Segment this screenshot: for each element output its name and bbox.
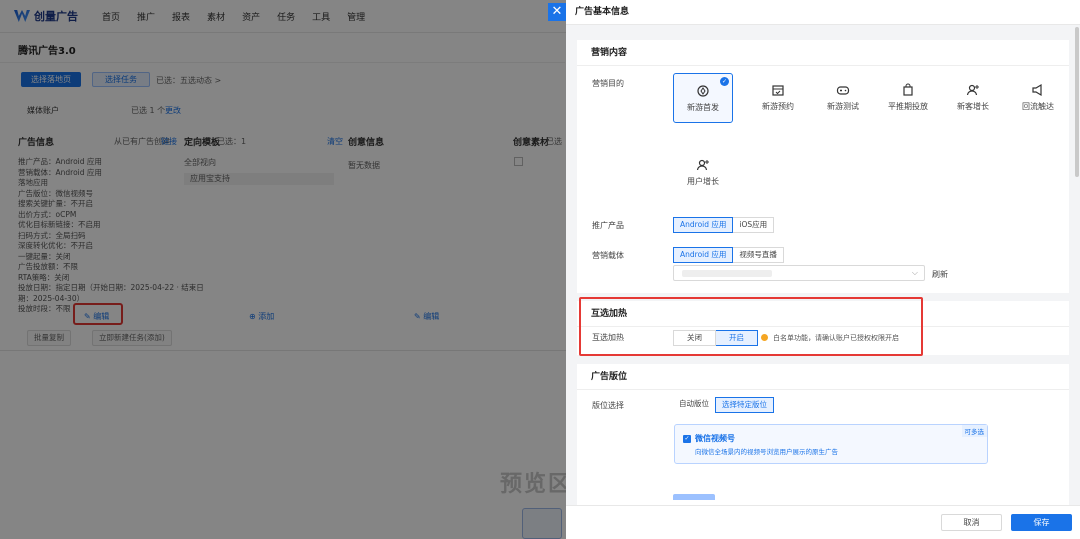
placement-selector: 自动版位 选择特定版位	[673, 397, 774, 413]
shopping-bag-icon	[903, 83, 913, 96]
user-add-icon	[966, 84, 979, 96]
goal-label-text: 新客增长	[957, 102, 989, 111]
rocket-icon	[697, 85, 709, 97]
multi-select-tag: 可多选	[961, 425, 987, 437]
goal-label-text: 用户增长	[687, 177, 719, 186]
marketing-card-title: 营销内容	[577, 40, 1069, 66]
scrolled-button-edge[interactable]	[673, 494, 715, 500]
carrier-android-option[interactable]: Android 应用	[673, 247, 734, 263]
carrier-label: 营销载体	[592, 251, 624, 260]
goal-new-game-reserve[interactable]: 新游预约	[748, 73, 808, 123]
product-ios-option[interactable]: iOS应用	[733, 217, 775, 233]
goal-label-text: 新游首发	[687, 103, 719, 112]
checkbox-checked-icon[interactable]: ✓	[683, 435, 691, 443]
drawer-title: 广告基本信息	[566, 0, 1080, 25]
placement-card-title: 广告版位	[577, 364, 1069, 390]
calendar-icon	[772, 85, 784, 96]
product-label: 推广产品	[592, 221, 624, 230]
chevron-down-icon: ⌵	[911, 268, 918, 277]
drawer-footer: 取消 保存	[566, 505, 1080, 539]
drawer-scrollbar[interactable]	[1075, 27, 1079, 177]
cancel-button[interactable]: 取消	[941, 514, 1002, 531]
megaphone-icon	[1032, 83, 1042, 97]
goal-new-customer-growth[interactable]: 新客增长	[943, 73, 1003, 123]
app-select-dropdown[interactable]: ⌵	[673, 265, 925, 281]
save-button[interactable]: 保存	[1011, 514, 1072, 531]
gamepad-icon	[836, 86, 850, 95]
goal-steady-delivery[interactable]: 平推期投放	[878, 73, 938, 123]
selected-check-icon: ✓	[720, 77, 729, 86]
goal-label-text: 新游预约	[762, 102, 794, 111]
highlight-mutual-box	[579, 297, 923, 356]
placement-row-label: 版位选择	[592, 401, 624, 410]
user-plus-icon	[696, 159, 709, 171]
goal-label-text: 回流触达	[1022, 102, 1054, 111]
placement-auto-option[interactable]: 自动版位	[673, 397, 715, 413]
goal-label: 营销目的	[592, 79, 624, 88]
goal-new-game-test[interactable]: 新游测试	[813, 73, 873, 123]
drawer-close-button[interactable]: ✕	[548, 3, 566, 21]
marketing-content-card: 营销内容 营销目的 ✓ 新游首发 新游预约 新游测试 平推期投放 新客增长 回流…	[577, 40, 1069, 293]
carrier-selector: Android 应用 视频号直播	[673, 247, 784, 263]
product-selector: Android 应用 iOS应用	[673, 217, 775, 233]
product-android-option[interactable]: Android 应用	[673, 217, 734, 233]
goal-return-reach[interactable]: 回流触达	[1008, 73, 1068, 123]
wechat-channels-option[interactable]: ✓ 微信视频号 向微信全场景内的视频号浏览用户展示的原生广告 可多选	[674, 424, 988, 464]
app-select-value	[682, 270, 772, 277]
wechat-option-title: 微信视频号	[695, 434, 735, 443]
placement-specific-option[interactable]: 选择特定版位	[715, 397, 774, 413]
goal-user-growth[interactable]: 用户增长	[673, 148, 733, 198]
wechat-option-desc: 向微信全场景内的视频号浏览用户展示的原生广告	[695, 448, 838, 456]
goal-label-text: 平推期投放	[888, 102, 928, 111]
carrier-live-option[interactable]: 视频号直播	[733, 247, 784, 263]
close-icon: ✕	[551, 4, 563, 19]
goal-new-game-launch[interactable]: ✓ 新游首发	[673, 73, 733, 123]
goal-label-text: 新游测试	[827, 102, 859, 111]
refresh-link[interactable]: 刷新	[932, 269, 948, 280]
